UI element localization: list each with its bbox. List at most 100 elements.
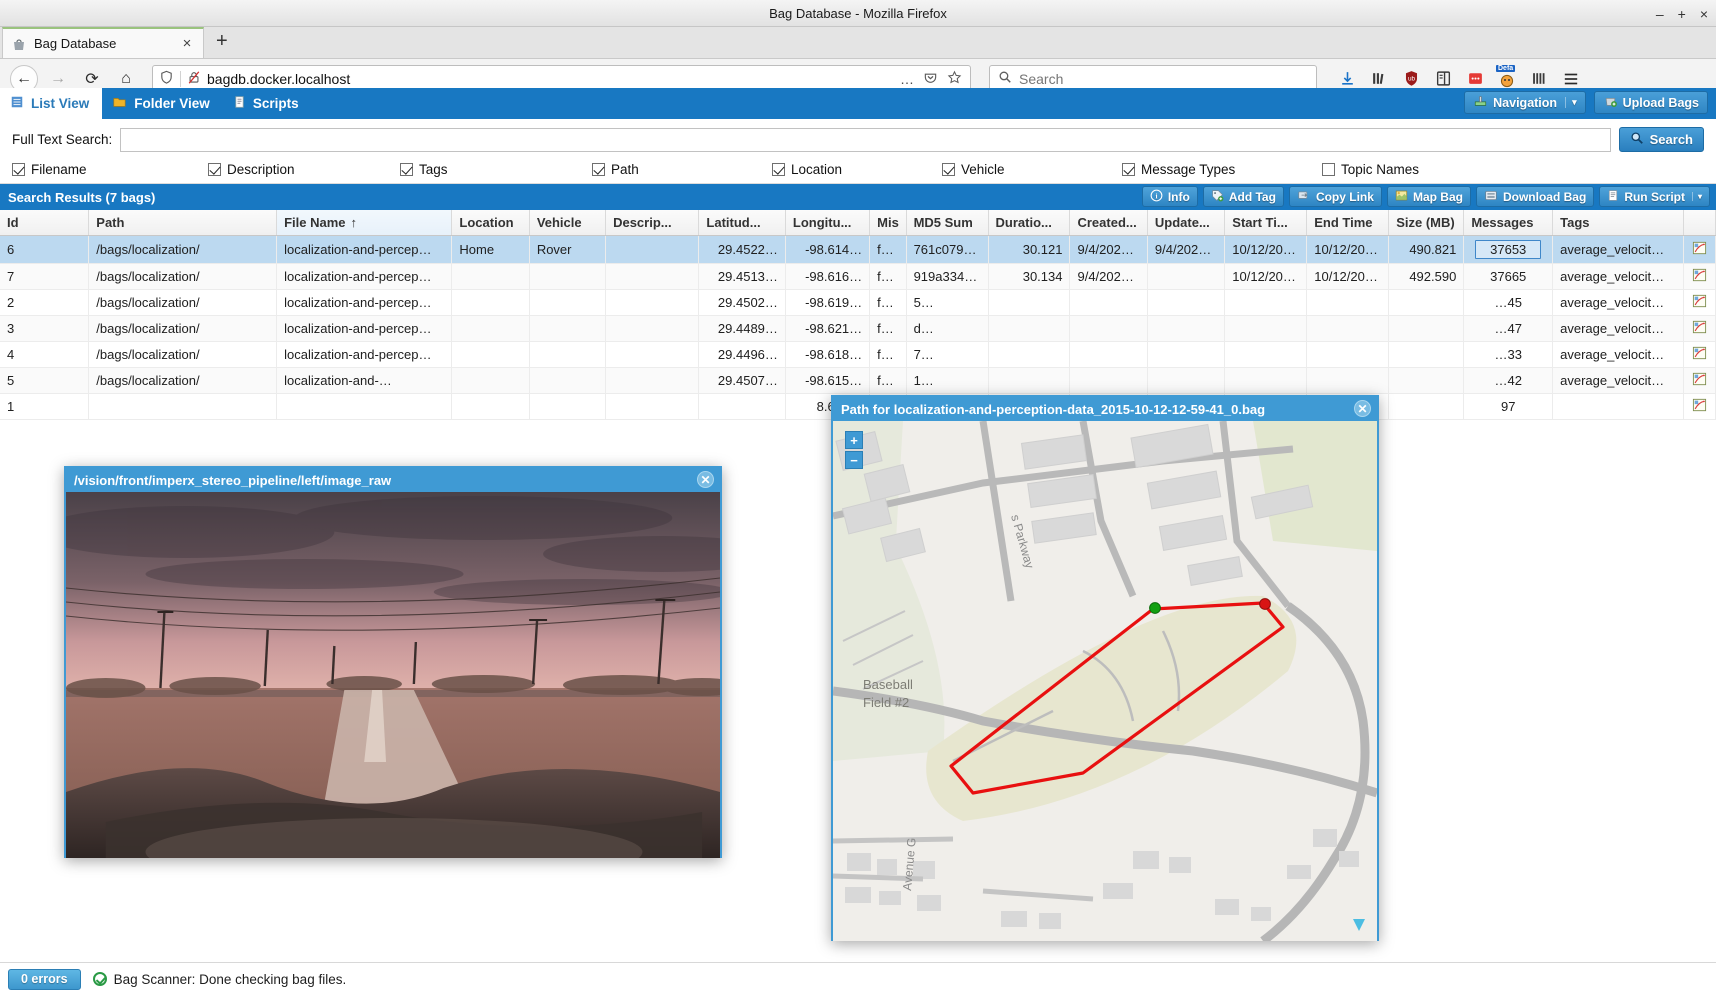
column-header-tags[interactable]: Tags — [1552, 210, 1685, 236]
cell-md5[interactable]: 5… — [906, 289, 989, 316]
chart-icon[interactable] — [1692, 294, 1707, 308]
map-zoom-controls[interactable]: + − — [845, 431, 863, 471]
chart-icon[interactable] — [1692, 372, 1707, 386]
cell-vehicle[interactable] — [529, 341, 607, 368]
image-viewer-dialog[interactable]: /vision/front/imperx_stereo_pipeline/lef… — [64, 466, 722, 858]
cell-description[interactable] — [605, 393, 700, 420]
cell-messages[interactable]: 37665 — [1463, 263, 1554, 290]
cell-created[interactable] — [1069, 367, 1148, 394]
column-header-md5-sum[interactable]: MD5 Sum — [906, 210, 989, 236]
table-row[interactable]: 6/bags/localization/localization-and-per… — [0, 235, 1716, 264]
add-tag-button[interactable]: Add Tag — [1202, 186, 1284, 207]
cell-md5[interactable]: d… — [906, 315, 989, 342]
cell-vehicle[interactable]: Rover — [529, 235, 607, 264]
column-header-created[interactable]: Created... — [1069, 210, 1148, 236]
cell-path[interactable]: /bags/localization/ — [88, 367, 278, 394]
cell-path[interactable]: /bags/localization/ — [88, 235, 278, 264]
browser-tab[interactable]: Bag Database × — [2, 27, 204, 58]
cell-mis[interactable]: f… — [869, 367, 907, 394]
grid-icon[interactable] — [1529, 69, 1549, 89]
reader-icon[interactable] — [1433, 69, 1453, 89]
cell-end-time[interactable] — [1306, 341, 1390, 368]
cell-tags[interactable]: average_velocit… — [1552, 341, 1685, 368]
chevron-down-icon[interactable]: ▾ — [1691, 192, 1702, 201]
error-count-badge[interactable]: 0 errors — [8, 968, 81, 990]
column-header-start-ti[interactable]: Start Ti... — [1224, 210, 1308, 236]
cell-location[interactable] — [451, 341, 530, 368]
cell-file-name[interactable] — [276, 393, 453, 420]
cell-end-time[interactable] — [1306, 367, 1390, 394]
search-button[interactable]: Search — [1618, 127, 1704, 152]
cell-updated[interactable] — [1147, 263, 1226, 290]
cell-created[interactable] — [1069, 315, 1148, 342]
checkbox-box[interactable] — [400, 163, 413, 176]
cell-location[interactable] — [451, 367, 530, 394]
default-profile-icon[interactable]: Defa — [1496, 64, 1517, 89]
cell-created[interactable] — [1069, 341, 1148, 368]
cell-tags[interactable]: average_velocit… — [1552, 367, 1685, 394]
cell-latitude[interactable]: 29.4513… — [698, 263, 786, 290]
cell-chart-action[interactable] — [1683, 393, 1716, 420]
cell-id[interactable]: 2 — [0, 289, 90, 316]
cell-duration[interactable] — [988, 367, 1071, 394]
chart-icon[interactable] — [1692, 241, 1707, 255]
cell-chart-action[interactable] — [1683, 315, 1716, 342]
maximize-button[interactable]: + — [1678, 7, 1686, 21]
cell-path[interactable]: /bags/localization/ — [88, 263, 278, 290]
checkbox-message-types[interactable]: Message Types — [1122, 162, 1322, 177]
column-header-path[interactable]: Path — [88, 210, 278, 236]
zoom-in-button[interactable]: + — [845, 431, 863, 449]
cell-longitude[interactable]: -98.616… — [785, 263, 871, 290]
cell-path[interactable]: /bags/localization/ — [88, 289, 278, 316]
cell-latitude[interactable]: 29.4522… — [698, 235, 786, 264]
checkbox-topic-names[interactable]: Topic Names — [1322, 162, 1482, 177]
cell-end-time[interactable]: 10/12/20… — [1306, 235, 1390, 264]
cell-path[interactable] — [88, 393, 278, 420]
checkbox-box[interactable] — [592, 163, 605, 176]
cell-vehicle[interactable] — [529, 393, 607, 420]
column-header-location[interactable]: Location — [451, 210, 530, 236]
checkbox-box[interactable] — [772, 163, 785, 176]
cell-description[interactable] — [605, 263, 700, 290]
cell-location[interactable] — [451, 263, 530, 290]
cell-latitude[interactable]: 29.4489… — [698, 315, 786, 342]
page-actions-icon[interactable]: … — [900, 71, 914, 87]
chart-icon[interactable] — [1692, 320, 1707, 334]
cell-id[interactable]: 4 — [0, 341, 90, 368]
cell-start-time[interactable]: 10/12/20… — [1224, 235, 1308, 264]
cell-created[interactable]: 9/4/2020… — [1069, 235, 1148, 264]
cell-mis[interactable]: f… — [869, 289, 907, 316]
cell-messages[interactable]: …45 — [1463, 289, 1554, 316]
cell-description[interactable] — [605, 341, 700, 368]
cell-messages[interactable]: 37653 — [1463, 235, 1554, 264]
close-button[interactable]: × — [1700, 7, 1708, 21]
checkbox-box[interactable] — [208, 163, 221, 176]
insecure-lock-icon[interactable] — [187, 70, 201, 88]
cell-vehicle[interactable] — [529, 289, 607, 316]
cell-size-mb[interactable]: 490.821 — [1388, 235, 1465, 264]
column-header-duratio[interactable]: Duratio... — [988, 210, 1071, 236]
checkbox-location[interactable]: Location — [772, 162, 942, 177]
cell-latitude[interactable]: 29.4496… — [698, 341, 786, 368]
cell-tags[interactable]: average_velocit… — [1552, 263, 1685, 290]
cell-start-time[interactable]: 10/12/20… — [1224, 263, 1308, 290]
upload-bags-button[interactable]: Upload Bags — [1593, 91, 1708, 114]
cell-chart-action[interactable] — [1683, 263, 1716, 290]
cell-created[interactable]: 9/4/2020… — [1069, 263, 1148, 290]
chart-icon[interactable] — [1692, 398, 1707, 412]
table-row[interactable]: 7/bags/localization/localization-and-per… — [0, 263, 1716, 290]
cell-description[interactable] — [605, 315, 700, 342]
cell-updated[interactable] — [1147, 289, 1226, 316]
cell-end-time[interactable] — [1306, 289, 1390, 316]
cell-description[interactable] — [605, 235, 700, 264]
checkbox-box[interactable] — [1122, 163, 1135, 176]
map-viewer-dialog[interactable]: Path for localization-and-perception-dat… — [831, 395, 1379, 945]
cell-latitude[interactable] — [698, 393, 786, 420]
cell-start-time[interactable] — [1224, 289, 1308, 316]
cell-description[interactable] — [605, 289, 700, 316]
pocket-icon[interactable] — [923, 70, 938, 88]
cell-location[interactable] — [451, 315, 530, 342]
tab-folder-view[interactable]: Folder View — [102, 88, 223, 119]
cell-mis[interactable]: f… — [869, 315, 907, 342]
checkbox-box[interactable] — [12, 163, 25, 176]
